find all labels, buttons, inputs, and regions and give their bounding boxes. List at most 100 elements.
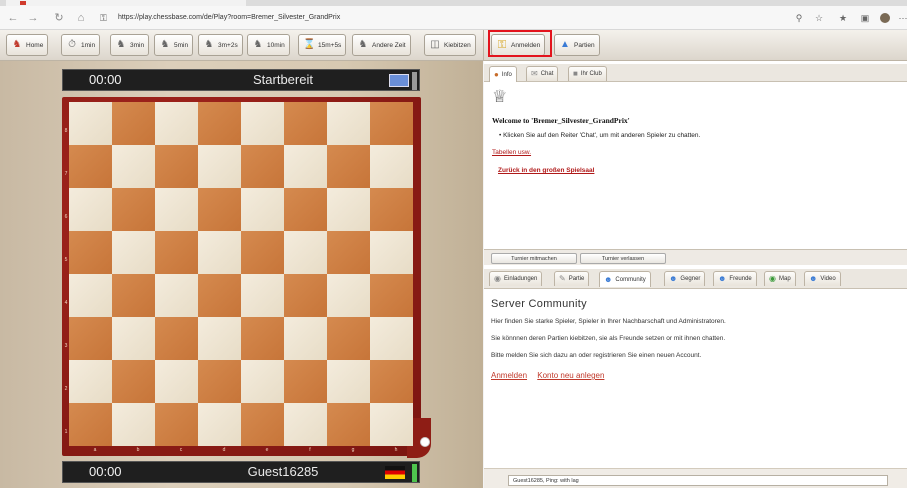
favorites-bar-icon[interactable]: ★ xyxy=(836,11,850,25)
tab-community[interactable]: ☻ Community xyxy=(599,271,651,287)
board-square[interactable] xyxy=(241,403,284,446)
board-square[interactable] xyxy=(198,231,241,274)
tab-info[interactable]: ● Info xyxy=(489,66,517,82)
board-square[interactable] xyxy=(69,360,112,403)
leave-tournament-button[interactable]: Turnier verlassen xyxy=(580,253,666,264)
board-square[interactable] xyxy=(284,274,327,317)
reload-button[interactable]: ↻ xyxy=(52,10,66,26)
andere-zeit-button[interactable]: ♞ Andere Zeit xyxy=(352,34,411,56)
board-square[interactable] xyxy=(284,188,327,231)
board-square[interactable] xyxy=(284,360,327,403)
zoom-icon[interactable]: ⚲ xyxy=(792,11,806,25)
board-square[interactable] xyxy=(155,274,198,317)
tab-partie[interactable]: ✎ Partie xyxy=(554,271,590,286)
tab-freunde[interactable]: ☻ Freunde xyxy=(713,271,757,286)
board-square[interactable] xyxy=(112,403,155,446)
board-square[interactable] xyxy=(69,188,112,231)
board-square[interactable] xyxy=(370,102,413,145)
board-square[interactable] xyxy=(241,102,284,145)
join-tournament-button[interactable]: Turnier mitmachen xyxy=(491,253,577,264)
url-field[interactable]: https://play.chessbase.com/de/Play?room=… xyxy=(118,9,340,27)
home-toolbar-button[interactable]: ♞ Home xyxy=(6,34,49,56)
board-square[interactable] xyxy=(69,231,112,274)
board-square[interactable] xyxy=(112,102,155,145)
board-square[interactable] xyxy=(69,274,112,317)
more-menu-icon[interactable]: ⋯ xyxy=(896,11,907,25)
board-square[interactable] xyxy=(112,188,155,231)
board-square[interactable] xyxy=(198,317,241,360)
board-square[interactable] xyxy=(241,274,284,317)
board-square[interactable] xyxy=(241,231,284,274)
back-button[interactable]: ← xyxy=(6,10,20,26)
board-square[interactable] xyxy=(241,360,284,403)
board-square[interactable] xyxy=(155,102,198,145)
profile-avatar-icon[interactable] xyxy=(878,11,892,25)
board-square[interactable] xyxy=(327,317,370,360)
board-square[interactable] xyxy=(112,274,155,317)
tab-einladungen[interactable]: ◉ Einladungen xyxy=(489,271,543,286)
board-square[interactable] xyxy=(327,188,370,231)
board-square[interactable] xyxy=(284,231,327,274)
tab-video[interactable]: ☻ Video xyxy=(804,271,841,286)
board-square[interactable] xyxy=(241,145,284,188)
board-square[interactable] xyxy=(155,145,198,188)
tab-chat[interactable]: ✉ Chat xyxy=(526,66,559,81)
board-square[interactable] xyxy=(155,188,198,231)
board-square[interactable] xyxy=(327,403,370,446)
board-resize-handle[interactable] xyxy=(420,437,430,447)
board-square[interactable] xyxy=(370,231,413,274)
collections-icon[interactable]: ▣ xyxy=(858,11,872,25)
board-square[interactable] xyxy=(155,231,198,274)
board-square[interactable] xyxy=(198,274,241,317)
favorite-star-icon[interactable]: ☆ xyxy=(812,11,826,25)
board-square[interactable] xyxy=(198,360,241,403)
board-square[interactable] xyxy=(327,360,370,403)
kiebitzen-button[interactable]: ◫ Kiebitzen xyxy=(424,34,476,56)
board-square[interactable] xyxy=(327,102,370,145)
forward-button[interactable]: → xyxy=(26,10,40,26)
board-square[interactable] xyxy=(327,231,370,274)
board-square[interactable] xyxy=(112,317,155,360)
board-square[interactable] xyxy=(370,403,413,446)
board-square[interactable] xyxy=(370,274,413,317)
3m2s-button[interactable]: ♞ 3m+2s xyxy=(198,34,243,56)
1min-button[interactable]: ⏱ 1min xyxy=(61,34,101,56)
board-square[interactable] xyxy=(284,317,327,360)
home-button[interactable]: ⌂ xyxy=(74,10,88,26)
board-square[interactable] xyxy=(370,360,413,403)
board-square[interactable] xyxy=(69,145,112,188)
board-square[interactable] xyxy=(198,403,241,446)
board-square[interactable] xyxy=(112,145,155,188)
board-square[interactable] xyxy=(155,360,198,403)
partien-button[interactable]: ▲ Partien xyxy=(554,34,600,56)
board-square[interactable] xyxy=(284,102,327,145)
board-square[interactable] xyxy=(284,145,327,188)
board-square[interactable] xyxy=(370,317,413,360)
board-square[interactable] xyxy=(241,317,284,360)
board-square[interactable] xyxy=(198,145,241,188)
board-square[interactable] xyxy=(198,102,241,145)
chess-board[interactable] xyxy=(69,102,413,446)
tab-map[interactable]: ◉ Map xyxy=(764,271,796,286)
board-square[interactable] xyxy=(241,188,284,231)
flip-board-icon[interactable] xyxy=(389,74,409,87)
board-square[interactable] xyxy=(327,145,370,188)
board-square[interactable] xyxy=(112,360,155,403)
3min-button[interactable]: ♞ 3min xyxy=(110,34,150,56)
board-square[interactable] xyxy=(69,102,112,145)
board-square[interactable] xyxy=(69,317,112,360)
board-square[interactable] xyxy=(284,403,327,446)
back-to-hall-link[interactable]: Zurück in den großen Spielsaal xyxy=(498,167,594,174)
board-square[interactable] xyxy=(198,188,241,231)
board-square[interactable] xyxy=(69,403,112,446)
board-square[interactable] xyxy=(370,145,413,188)
board-square[interactable] xyxy=(327,274,370,317)
tab-gegner[interactable]: ☻ Gegner xyxy=(664,271,706,286)
board-square[interactable] xyxy=(370,188,413,231)
15m5s-button[interactable]: ⌛ 15m+5s xyxy=(298,34,347,56)
login-link[interactable]: Anmelden xyxy=(491,371,527,380)
board-square[interactable] xyxy=(155,317,198,360)
10min-button[interactable]: ♞ 10min xyxy=(247,34,290,56)
board-square[interactable] xyxy=(155,403,198,446)
tab-club[interactable]: ■ Ihr Club xyxy=(568,66,607,81)
